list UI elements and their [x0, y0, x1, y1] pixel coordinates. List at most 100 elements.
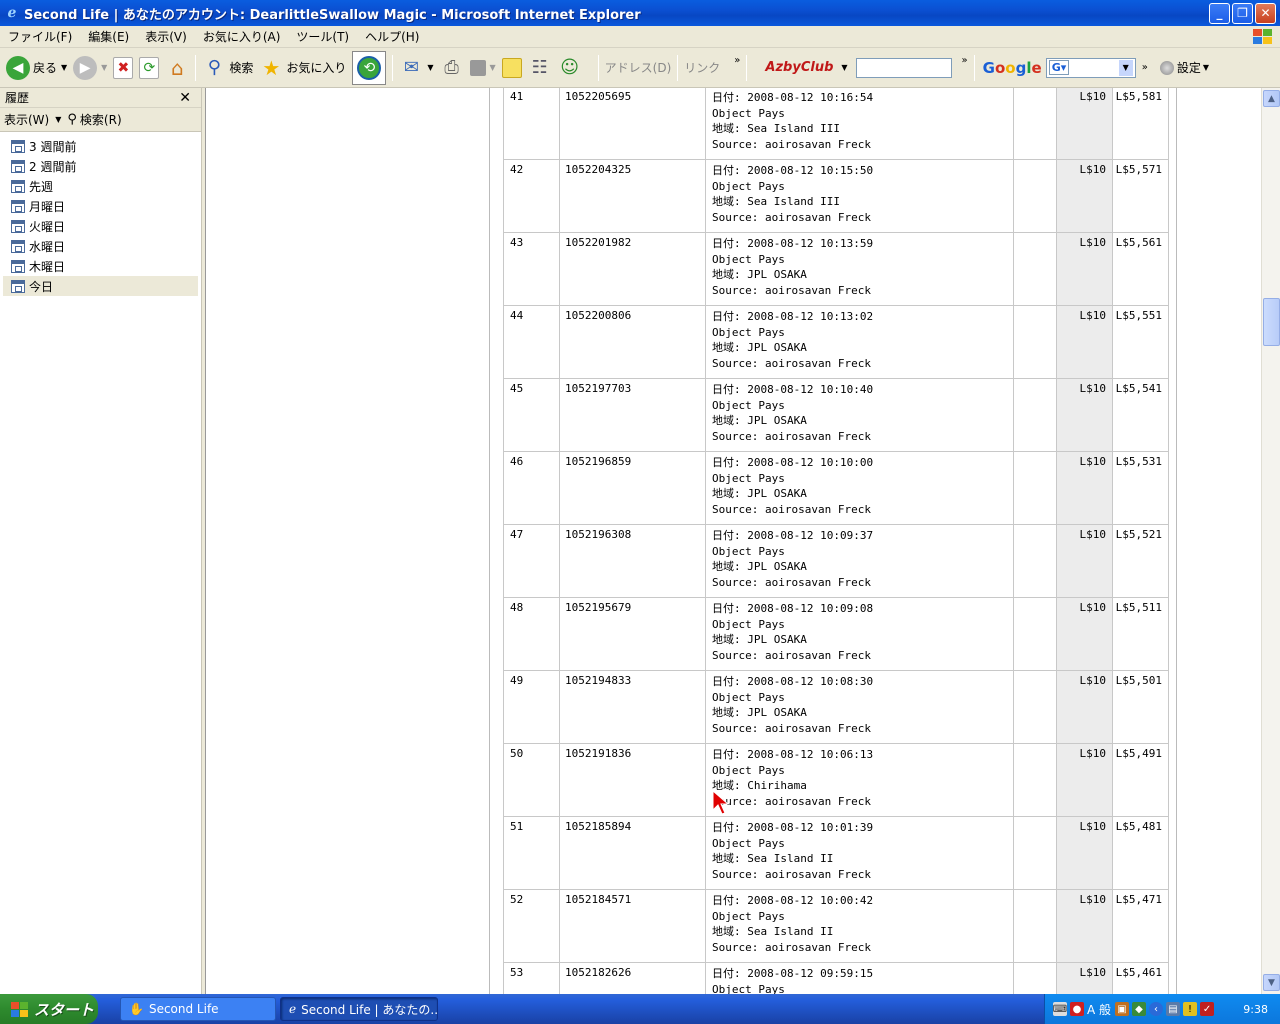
transaction-date: 日付: 2008-08-12 09:59:15 [712, 967, 874, 980]
history-close-icon[interactable]: ✕ [179, 90, 191, 106]
messenger-button[interactable]: ☺ [558, 51, 582, 85]
history-view-button[interactable]: 表示(W) [4, 111, 49, 128]
history-item-thursday[interactable]: 木曜日 [3, 256, 198, 276]
links-chevron-icon[interactable]: » [734, 55, 740, 66]
history-item-2-weeks-ago[interactable]: 2 週間前 [3, 156, 198, 176]
task-label: Second Life | あなたの... [301, 1002, 438, 1017]
blank-cell [1013, 159, 1057, 233]
row-number: 43 [503, 232, 560, 306]
menu-edit[interactable]: 編集(E) [80, 28, 137, 45]
history-item-monday[interactable]: 月曜日 [3, 196, 198, 216]
row-number: 50 [503, 743, 560, 817]
azby-chevron-icon[interactable]: » [962, 55, 968, 66]
tray-display-icon[interactable]: ▤ [1166, 1002, 1181, 1016]
tray-app-icon[interactable]: ▣ [1115, 1002, 1130, 1016]
back-button[interactable]: ◀ 戻る ▼ [6, 51, 67, 85]
history-item-wednesday[interactable]: 水曜日 [3, 236, 198, 256]
transaction-description: 日付: 2008-08-12 10:10:40 Object Pays 地域: JP… [705, 378, 1014, 452]
forward-button[interactable]: ▶ ▼ [73, 51, 107, 85]
history-item-today[interactable]: 今日 [3, 276, 198, 296]
history-view-dropdown-icon[interactable]: ▼ [55, 115, 61, 124]
taskbar-item-ie[interactable]: ℯ Second Life | あなたの... [280, 997, 438, 1021]
research-button[interactable]: ☷ [528, 51, 552, 85]
edit-dropdown-icon[interactable]: ▼ [490, 63, 496, 72]
menu-favorites[interactable]: お気に入り(A) [195, 28, 289, 45]
security-warning-icon[interactable]: ! [1183, 1002, 1198, 1016]
calendar-icon [11, 159, 25, 173]
history-button[interactable]: ⟲ [352, 50, 387, 85]
task-label: Second Life [148, 1002, 219, 1016]
history-item-last-week[interactable]: 先週 [3, 176, 198, 196]
search-button[interactable]: ⚲ 検索 [202, 51, 254, 85]
start-button[interactable]: スタート [0, 994, 98, 1024]
menu-help[interactable]: ヘルプ(H) [357, 28, 427, 45]
scroll-up-button[interactable]: ▲ [1263, 90, 1280, 107]
google-search-combobox[interactable]: G▾ ▼ [1045, 57, 1136, 78]
row-number: 44 [503, 305, 560, 379]
row-number: 52 [503, 889, 560, 963]
ime-mode-label[interactable]: A 般 [1087, 1001, 1111, 1018]
transaction-balance: L$5,561 [1112, 232, 1169, 306]
scroll-thumb[interactable] [1263, 298, 1280, 346]
menu-file[interactable]: ファイル(F) [0, 28, 80, 45]
row-number: 41 [503, 88, 560, 160]
transaction-balance: L$5,571 [1112, 159, 1169, 233]
maximize-button[interactable]: ❐ [1232, 2, 1253, 24]
mail-button[interactable]: ✉ ▼ [399, 51, 434, 85]
history-item-3-weeks-ago[interactable]: 3 週間前 [3, 136, 198, 156]
scroll-down-button[interactable]: ▼ [1263, 974, 1280, 991]
transaction-region: 地域: JPL OSAKA [712, 560, 807, 573]
edit-button[interactable]: ▼ [469, 51, 496, 85]
history-item-tuesday[interactable]: 火曜日 [3, 216, 198, 236]
transaction-source: Source: aoirosavan Freck [712, 137, 871, 151]
tray-expand-icon[interactable]: ‹ [1149, 1002, 1164, 1016]
history-search-button[interactable]: 検索(R) [80, 111, 122, 128]
refresh-button[interactable]: ⟳ [139, 51, 160, 85]
row-number: 51 [503, 816, 560, 890]
minimize-button[interactable]: _ [1209, 2, 1230, 24]
menu-tools[interactable]: ツール(T) [288, 28, 357, 45]
calendar-icon [11, 259, 25, 273]
window-titlebar[interactable]: ℯ Second Life | あなたのアカウント: DearlittleSwa… [0, 0, 1280, 26]
page-content: 41 1052205695 日付: 2008-08-12 10:16:54 Objec… [206, 88, 1261, 994]
shield-icon[interactable]: ✓ [1200, 1002, 1215, 1016]
discuss-button[interactable] [501, 51, 522, 85]
azby-search-input[interactable] [855, 57, 952, 78]
address-label[interactable]: アドレス(D) [605, 59, 672, 76]
forward-dropdown-icon[interactable]: ▼ [101, 63, 107, 72]
tray-network-icon[interactable]: ◆ [1132, 1002, 1147, 1016]
ime-icon[interactable]: ● [1070, 1002, 1084, 1016]
back-dropdown-icon[interactable]: ▼ [61, 63, 67, 72]
mail-dropdown-icon[interactable]: ▼ [427, 63, 433, 72]
azby-dropdown-icon[interactable]: ▼ [841, 63, 847, 72]
clock: 9:38 [1243, 1002, 1268, 1016]
vertical-scrollbar[interactable]: ▲ ▼ [1261, 88, 1280, 994]
start-label: スタート [34, 1000, 95, 1019]
transaction-date: 日付: 2008-08-12 10:10:00 [712, 456, 874, 469]
links-label[interactable]: リンク [684, 59, 720, 76]
google-dropdown-icon[interactable]: ▼ [1118, 59, 1133, 76]
back-label: 戻る [33, 61, 58, 75]
calendar-icon [11, 199, 25, 213]
transaction-amount: L$10 [1056, 743, 1113, 817]
transaction-description: 日付: 2008-08-12 10:09:08 Object Pays 地域: JP… [705, 597, 1014, 671]
print-button[interactable]: ⎙ [440, 51, 464, 85]
window-title: Second Life | あなたのアカウント: DearlittleSwall… [24, 7, 641, 23]
google-chevron-icon[interactable]: » [1142, 62, 1148, 73]
blank-cell [1013, 670, 1057, 744]
calendar-icon [11, 279, 25, 293]
settings-button[interactable]: 設定 [1177, 59, 1201, 76]
standard-toolbar: ◀ 戻る ▼ ▶ ▼ ✖ ⟳ ⌂ ⚲ 検索 ★ お気に入り ⟲ ✉ ▼ ⎙ ▼ … [0, 48, 1280, 88]
transaction-source: Source: aoirosavan Freck [712, 575, 871, 589]
close-button[interactable]: ✕ [1255, 2, 1276, 24]
home-button[interactable]: ⌂ [165, 51, 189, 85]
settings-dropdown-icon[interactable]: ▼ [1203, 63, 1209, 72]
menu-view[interactable]: 表示(V) [137, 28, 195, 45]
favorites-button[interactable]: ★ お気に入り [259, 51, 346, 85]
stop-button[interactable]: ✖ [113, 51, 134, 85]
azbyclub-logo[interactable]: AzbyClub [765, 60, 833, 75]
transaction-date: 日付: 2008-08-12 10:01:39 [712, 821, 874, 834]
blank-cell [1013, 305, 1057, 379]
taskbar-item-second-life[interactable]: ✋ Second Life [120, 997, 276, 1021]
keyboard-icon[interactable]: ⌨ [1053, 1002, 1067, 1016]
